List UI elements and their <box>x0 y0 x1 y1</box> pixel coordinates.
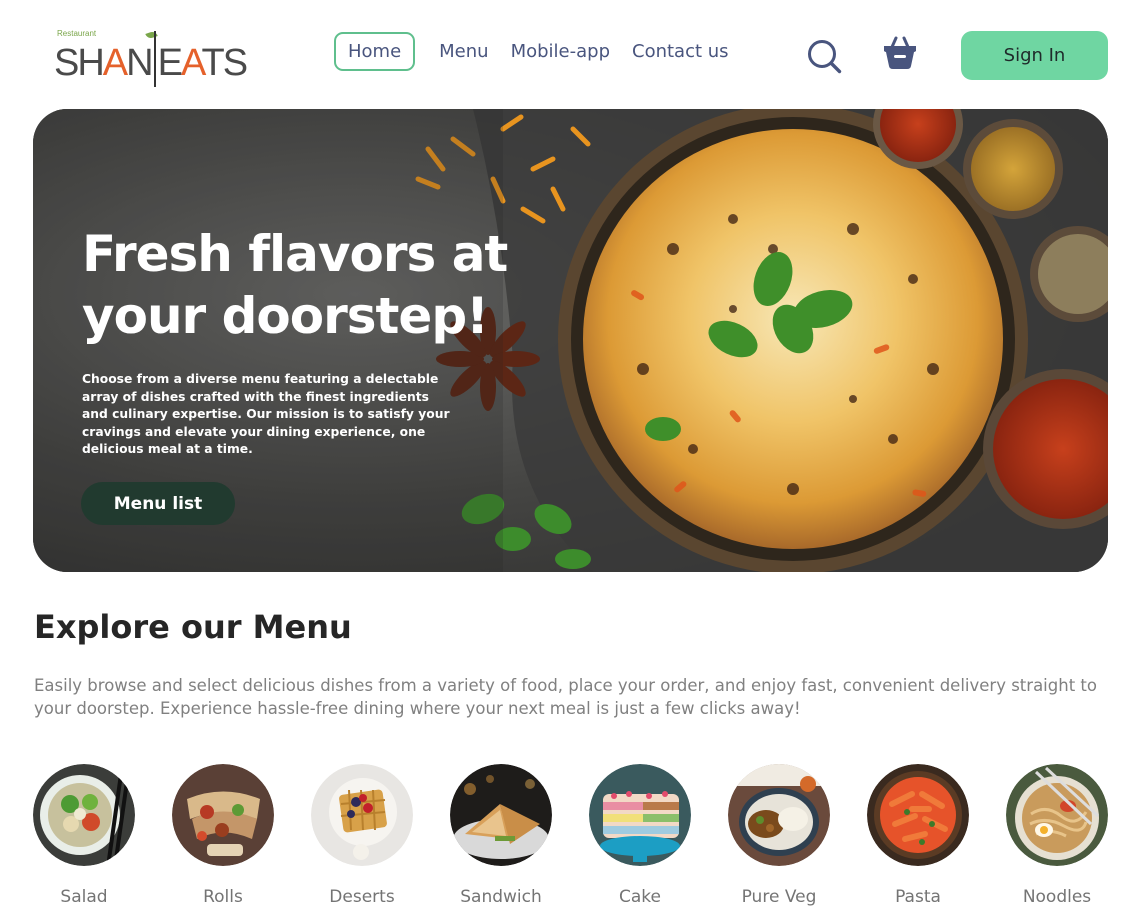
search-icon[interactable] <box>806 38 842 74</box>
main-nav: Home Menu Mobile-app Contact us <box>334 32 741 71</box>
explore-title: Explore our Menu <box>34 608 352 646</box>
hero-description: Choose from a diverse menu featuring a d… <box>82 372 450 456</box>
rolls-image <box>172 764 274 866</box>
pure-veg-image <box>728 764 830 866</box>
cake-image <box>589 764 691 866</box>
category-salad[interactable]: Salad <box>29 764 139 907</box>
nav-item-menu[interactable]: Menu <box>427 34 500 69</box>
category-label: Deserts <box>329 887 395 907</box>
menu-list-button[interactable]: Menu list <box>81 482 235 525</box>
explore-description: Easily browse and select delicious dishe… <box>34 676 1097 718</box>
brand-logo[interactable]: Restaurant SHAN EATS <box>54 26 248 87</box>
salad-image <box>33 764 135 866</box>
nav-item-contact-us[interactable]: Contact us <box>620 34 741 69</box>
hero-banner: Fresh flavors at your doorstep! Choose f… <box>33 109 1108 572</box>
category-label: Noodles <box>1022 887 1092 907</box>
category-sandwich[interactable]: Sandwich <box>446 764 556 907</box>
category-pasta[interactable]: Pasta <box>863 764 973 907</box>
category-noodles[interactable]: Noodles <box>1002 764 1112 907</box>
category-label: Rolls <box>203 887 243 907</box>
category-pure-veg[interactable]: Pure Veg <box>724 764 834 907</box>
menu-categories: Salad Rolls Deserts Sandwich Cake Pure V… <box>0 764 1137 913</box>
nav-item-home[interactable]: Home <box>334 32 416 71</box>
logo-wordmark: SHAN EATS <box>54 31 248 93</box>
hero-content: Fresh flavors at your doorstep! Choose f… <box>82 223 562 459</box>
category-label: Pasta <box>895 887 941 907</box>
category-deserts[interactable]: Deserts <box>307 764 417 907</box>
category-label: Sandwich <box>460 887 542 907</box>
basket-icon[interactable] <box>882 35 918 71</box>
category-label: Salad <box>60 887 108 907</box>
hero-title: Fresh flavors at your doorstep! <box>82 225 508 345</box>
noodles-image <box>1006 764 1108 866</box>
nav-item-mobile-app[interactable]: Mobile-app <box>499 34 622 69</box>
sign-in-button[interactable]: Sign In <box>961 31 1108 80</box>
category-label: Cake <box>619 887 661 907</box>
category-cake[interactable]: Cake <box>585 764 695 907</box>
category-label: Pure Veg <box>741 887 817 907</box>
sandwich-image <box>450 764 552 866</box>
deserts-image <box>311 764 413 866</box>
pasta-image <box>867 764 969 866</box>
category-rolls[interactable]: Rolls <box>168 764 278 907</box>
